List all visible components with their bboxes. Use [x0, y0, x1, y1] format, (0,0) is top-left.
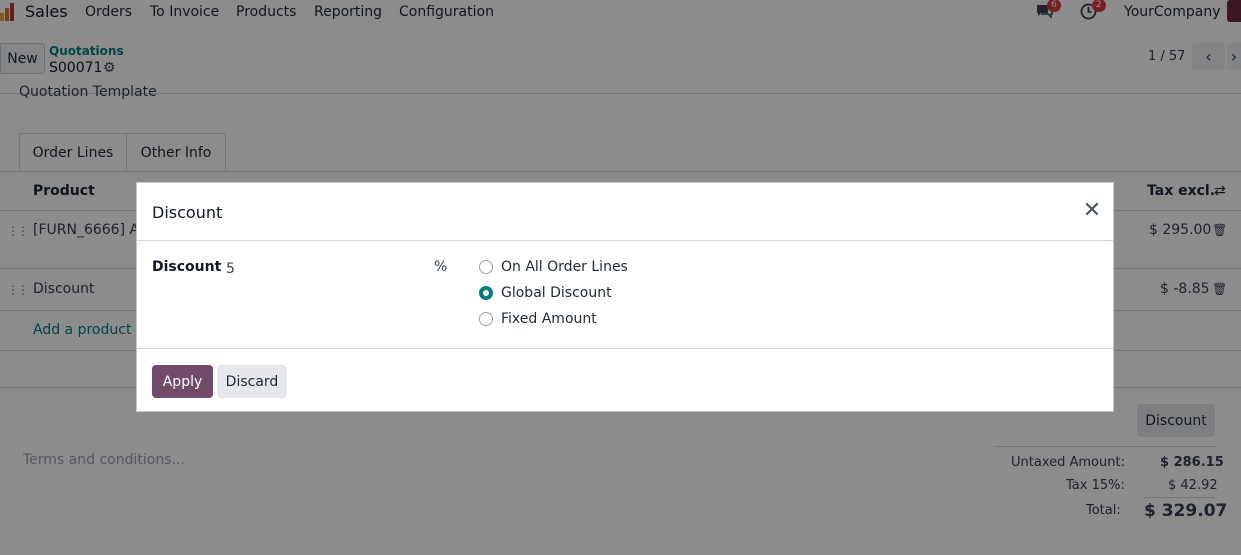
radio-fixed-amount[interactable]: Fixed Amount [479, 311, 597, 327]
radio-checked-icon[interactable] [479, 286, 493, 300]
radio-label: On All Order Lines [501, 259, 628, 275]
radio-label: Global Discount [501, 285, 612, 301]
discount-field-label: Discount [152, 259, 222, 275]
discount-dialog: Discount ✕ Discount % On All Order Lines… [136, 182, 1114, 412]
radio-unchecked-icon[interactable] [479, 312, 493, 326]
apply-button[interactable]: Apply [152, 365, 213, 398]
dialog-footer-divider [137, 348, 1113, 349]
radio-global-discount[interactable]: Global Discount [479, 285, 612, 301]
radio-unchecked-icon[interactable] [479, 260, 493, 274]
percent-unit: % [434, 259, 448, 275]
dialog-title: Discount [152, 203, 223, 222]
radio-label: Fixed Amount [501, 311, 597, 327]
radio-on-all-order-lines[interactable]: On All Order Lines [479, 259, 628, 275]
discount-amount-input[interactable] [226, 259, 426, 279]
dialog-header-divider [137, 240, 1113, 241]
discard-button[interactable]: Discard [217, 365, 287, 398]
close-icon[interactable]: ✕ [1081, 200, 1103, 222]
